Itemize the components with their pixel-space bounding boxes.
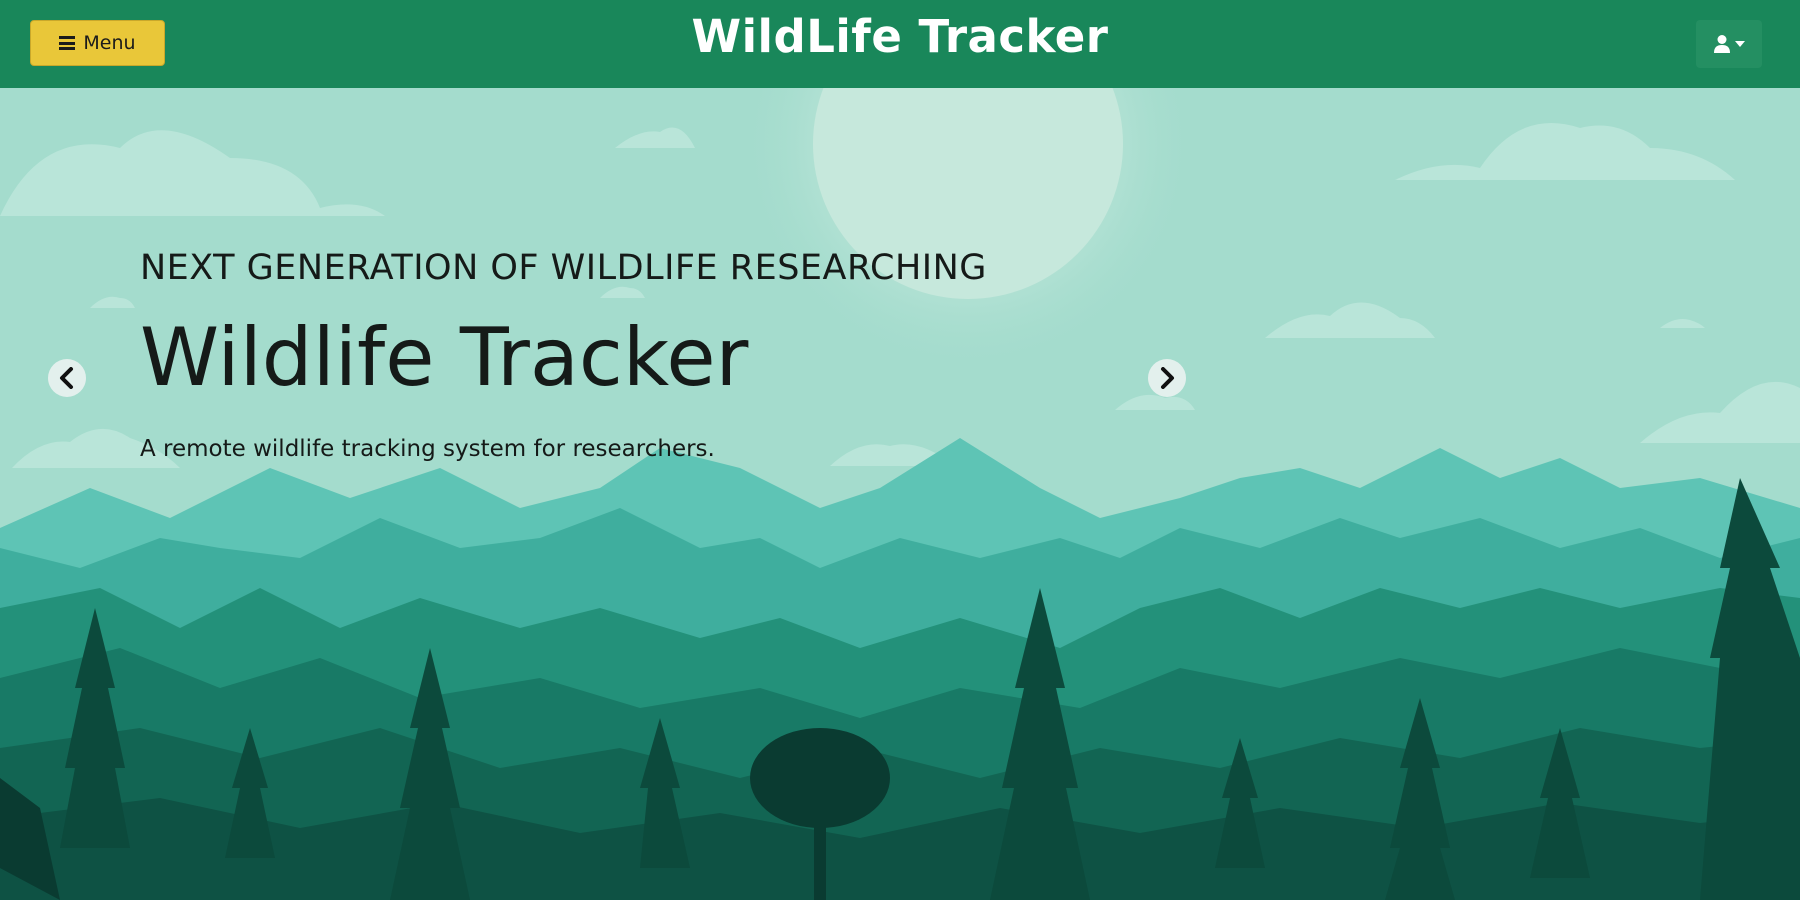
page: Menu WildLife Tracker NEXT GENERATION OF…: [0, 0, 1800, 900]
chevron-left-icon: [60, 367, 73, 389]
carousel-prev-button[interactable]: [48, 359, 86, 397]
hero-caption: NEXT GENERATION OF WILDLIFE RESEARCHING …: [140, 248, 987, 462]
hero-eyebrow: NEXT GENERATION OF WILDLIFE RESEARCHING: [140, 248, 987, 288]
brand-title[interactable]: WildLife Tracker: [0, 10, 1800, 63]
caret-down-icon: [1735, 41, 1745, 47]
user-dropdown-button[interactable]: [1696, 20, 1762, 68]
carousel-next-button[interactable]: [1148, 359, 1186, 397]
top-navbar: Menu WildLife Tracker: [0, 0, 1800, 88]
user-icon: [1714, 35, 1730, 53]
hero-carousel: NEXT GENERATION OF WILDLIFE RESEARCHING …: [0, 88, 1800, 900]
hero-subtitle: A remote wildlife tracking system for re…: [140, 436, 715, 462]
landscape-illustration: [0, 88, 1800, 900]
chevron-right-icon: [1161, 367, 1174, 389]
hero-title: Wildlife Tracker: [140, 311, 749, 404]
